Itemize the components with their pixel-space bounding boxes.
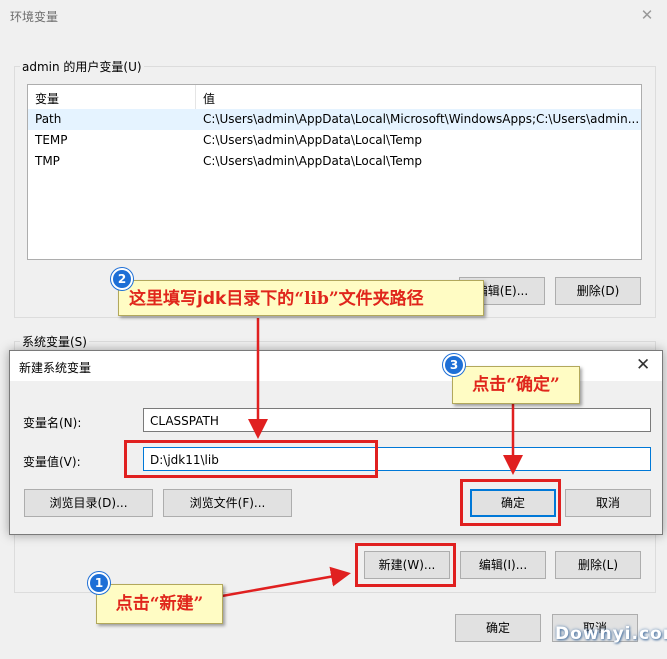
callout-step1-text: 点击“新建”	[115, 594, 204, 614]
callout-step3-text: 点击“确定”	[472, 375, 560, 395]
callout-step1: 点击“新建”	[96, 584, 223, 624]
callout-step2: 这里填写jdk目录下的“lib”文件夹路径	[118, 280, 484, 316]
watermark: Downyi.com	[555, 624, 667, 644]
callout-step2-jdk: jdk	[197, 289, 227, 309]
callout-step2-lib: “lib”	[294, 289, 339, 309]
annotation-arrows	[221, 318, 523, 598]
step1-badge: 1	[88, 572, 110, 594]
callout-step3: 点击“确定”	[452, 366, 580, 404]
callout-step2-post: 文件夹路径	[338, 289, 424, 309]
step3-badge: 3	[443, 354, 465, 376]
callout-step2-pre: 这里填写	[129, 289, 197, 309]
arrow-step1	[221, 566, 351, 598]
callout-step2-mid: 目录下的	[226, 289, 295, 309]
step2-badge: 2	[111, 268, 133, 290]
